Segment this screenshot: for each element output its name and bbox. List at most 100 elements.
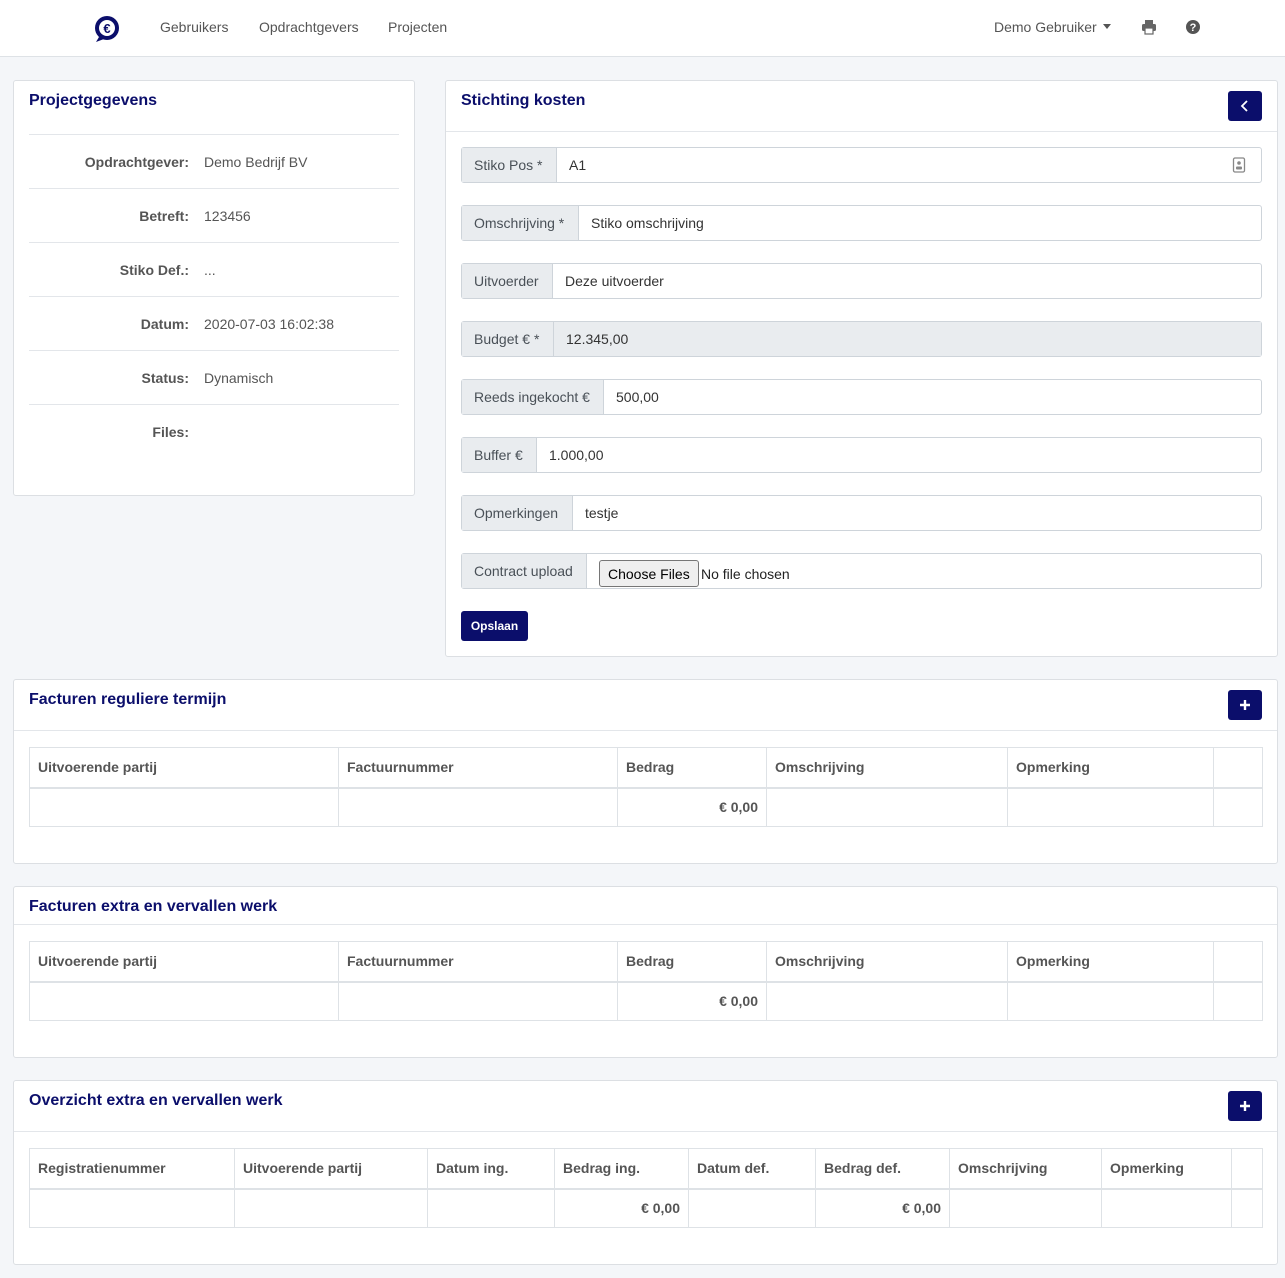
detail-value: ... <box>204 262 216 278</box>
add-factuur-button[interactable] <box>1228 690 1262 720</box>
reeds-ingekocht-input[interactable] <box>604 380 1261 414</box>
top-navbar: € Gebruikers Opdrachtgevers Projecten De… <box>0 0 1285 57</box>
choose-files-button[interactable]: Choose Files <box>599 560 699 587</box>
table-header-row: Registratienummer Uitvoerende partij Dat… <box>29 1148 1263 1190</box>
plus-icon <box>1240 700 1250 710</box>
nav-link-projecten[interactable]: Projecten <box>388 19 447 35</box>
detail-label: Files: <box>152 424 189 440</box>
column-header: Opmerking <box>1007 941 1214 983</box>
column-header <box>1213 941 1263 983</box>
table-cell <box>338 787 618 827</box>
detail-value: Dynamisch <box>204 370 274 386</box>
user-menu-dropdown[interactable]: Demo Gebruiker <box>994 19 1111 35</box>
column-header <box>1231 1148 1263 1190</box>
table-cell <box>427 1188 555 1228</box>
contact-card-icon[interactable] <box>1232 157 1246 173</box>
table-cell <box>1213 787 1263 827</box>
buffer-label: Buffer € <box>462 438 537 472</box>
contract-upload-group: Contract upload Choose Files No file cho… <box>461 553 1262 589</box>
column-header: Uitvoerende partij <box>234 1148 428 1190</box>
column-header: Bedrag <box>617 941 767 983</box>
stiko-pos-label: Stiko Pos * <box>462 148 557 182</box>
contract-upload-label: Contract upload <box>462 554 587 588</box>
table-cell <box>29 981 339 1021</box>
nav-link-opdrachtgevers[interactable]: Opdrachtgevers <box>259 19 359 35</box>
column-header: Bedrag ing. <box>554 1148 689 1190</box>
column-header: Omschrijving <box>766 747 1008 789</box>
nav-link-gebruikers[interactable]: Gebruikers <box>160 19 228 35</box>
detail-label: Datum: <box>140 316 189 332</box>
uitvoerder-input[interactable] <box>553 264 1261 298</box>
uitvoerder-label: Uitvoerder <box>462 264 553 298</box>
euro-logo-icon[interactable]: € <box>93 15 121 43</box>
table-cell <box>29 1188 235 1228</box>
table-cell-bedrag-ing: € 0,00 <box>554 1188 689 1228</box>
table-cell-bedrag: € 0,00 <box>617 787 767 827</box>
opmerkingen-label: Opmerkingen <box>462 496 573 530</box>
table-cell <box>338 981 618 1021</box>
detail-row-opdrachtgever: Opdrachtgever: Demo Bedrijf BV <box>29 134 399 188</box>
reeds-ingekocht-label: Reeds ingekocht € <box>462 380 604 414</box>
svg-text:?: ? <box>1190 22 1197 34</box>
plus-icon <box>1240 1101 1250 1111</box>
column-header: Omschrijving <box>949 1148 1102 1190</box>
detail-row-stiko-def: Stiko Def.: ... <box>29 242 399 296</box>
detail-row-betreft: Betreft: 123456 <box>29 188 399 242</box>
omschrijving-group: Omschrijving * <box>461 205 1262 241</box>
detail-row-status: Status: Dynamisch <box>29 350 399 404</box>
column-header: Factuurnummer <box>338 747 618 789</box>
column-header: Opmerking <box>1101 1148 1232 1190</box>
reeds-ingekocht-group: Reeds ingekocht € <box>461 379 1262 415</box>
table-cell <box>949 1188 1102 1228</box>
column-header: Bedrag def. <box>815 1148 950 1190</box>
column-header: Factuurnummer <box>338 941 618 983</box>
printer-icon[interactable] <box>1141 19 1157 35</box>
table-cell <box>1101 1188 1232 1228</box>
overzicht-extra-card: Overzicht extra en vervallen werk Regist… <box>13 1080 1278 1265</box>
detail-value: 2020-07-03 16:02:38 <box>204 316 334 332</box>
detail-row-datum: Datum: 2020-07-03 16:02:38 <box>29 296 399 350</box>
save-button[interactable]: Opslaan <box>461 611 528 641</box>
column-header: Opmerking <box>1007 747 1214 789</box>
table-cell <box>766 787 1008 827</box>
detail-row-files: Files: <box>29 404 399 458</box>
caret-down-icon <box>1102 24 1111 29</box>
table-header-row: Uitvoerende partij Factuurnummer Bedrag … <box>29 747 1263 789</box>
question-circle-icon[interactable]: ? <box>1185 19 1201 35</box>
stichting-kosten-card: Stichting kosten Stiko Pos * Omschrijvin… <box>445 80 1278 657</box>
omschrijving-input[interactable] <box>579 206 1261 240</box>
chevron-left-icon <box>1240 100 1248 112</box>
back-button[interactable] <box>1228 91 1262 121</box>
detail-label: Stiko Def.: <box>119 262 189 278</box>
opmerkingen-input[interactable] <box>573 496 1261 530</box>
table-cell <box>1007 787 1214 827</box>
detail-label: Status: <box>141 370 189 386</box>
table-header-row: Uitvoerende partij Factuurnummer Bedrag … <box>29 941 1263 983</box>
add-registratie-button[interactable] <box>1228 1091 1262 1121</box>
column-header: Omschrijving <box>766 941 1008 983</box>
buffer-input[interactable] <box>537 438 1261 472</box>
stiko-pos-input[interactable] <box>557 148 1261 182</box>
facturen-regulier-table: Uitvoerende partij Factuurnummer Bedrag … <box>29 747 1263 827</box>
table-cell <box>1231 1188 1263 1228</box>
uitvoerder-group: Uitvoerder <box>461 263 1262 299</box>
detail-label: Opdrachtgever: <box>84 154 189 170</box>
table-cell <box>688 1188 816 1228</box>
column-header <box>1213 747 1263 789</box>
card-title: Projectgegevens <box>29 92 158 109</box>
detail-value: 123456 <box>204 208 251 224</box>
buffer-group: Buffer € <box>461 437 1262 473</box>
table-row: € 0,00 <box>29 787 1263 827</box>
overzicht-extra-table: Registratienummer Uitvoerende partij Dat… <box>29 1148 1263 1228</box>
table-cell <box>766 981 1008 1021</box>
table-cell <box>234 1188 428 1228</box>
file-status-text: No file chosen <box>701 566 790 582</box>
table-cell <box>1213 981 1263 1021</box>
budget-input[interactable] <box>554 322 1261 356</box>
card-title: Facturen extra en vervallen werk <box>29 898 278 915</box>
table-cell-bedrag: € 0,00 <box>617 981 767 1021</box>
project-details-card: Projectgegevens Opdrachtgever: Demo Bedr… <box>13 80 415 496</box>
table-row: € 0,00 <box>29 981 1263 1021</box>
table-cell <box>1007 981 1214 1021</box>
user-name: Demo Gebruiker <box>994 19 1097 35</box>
